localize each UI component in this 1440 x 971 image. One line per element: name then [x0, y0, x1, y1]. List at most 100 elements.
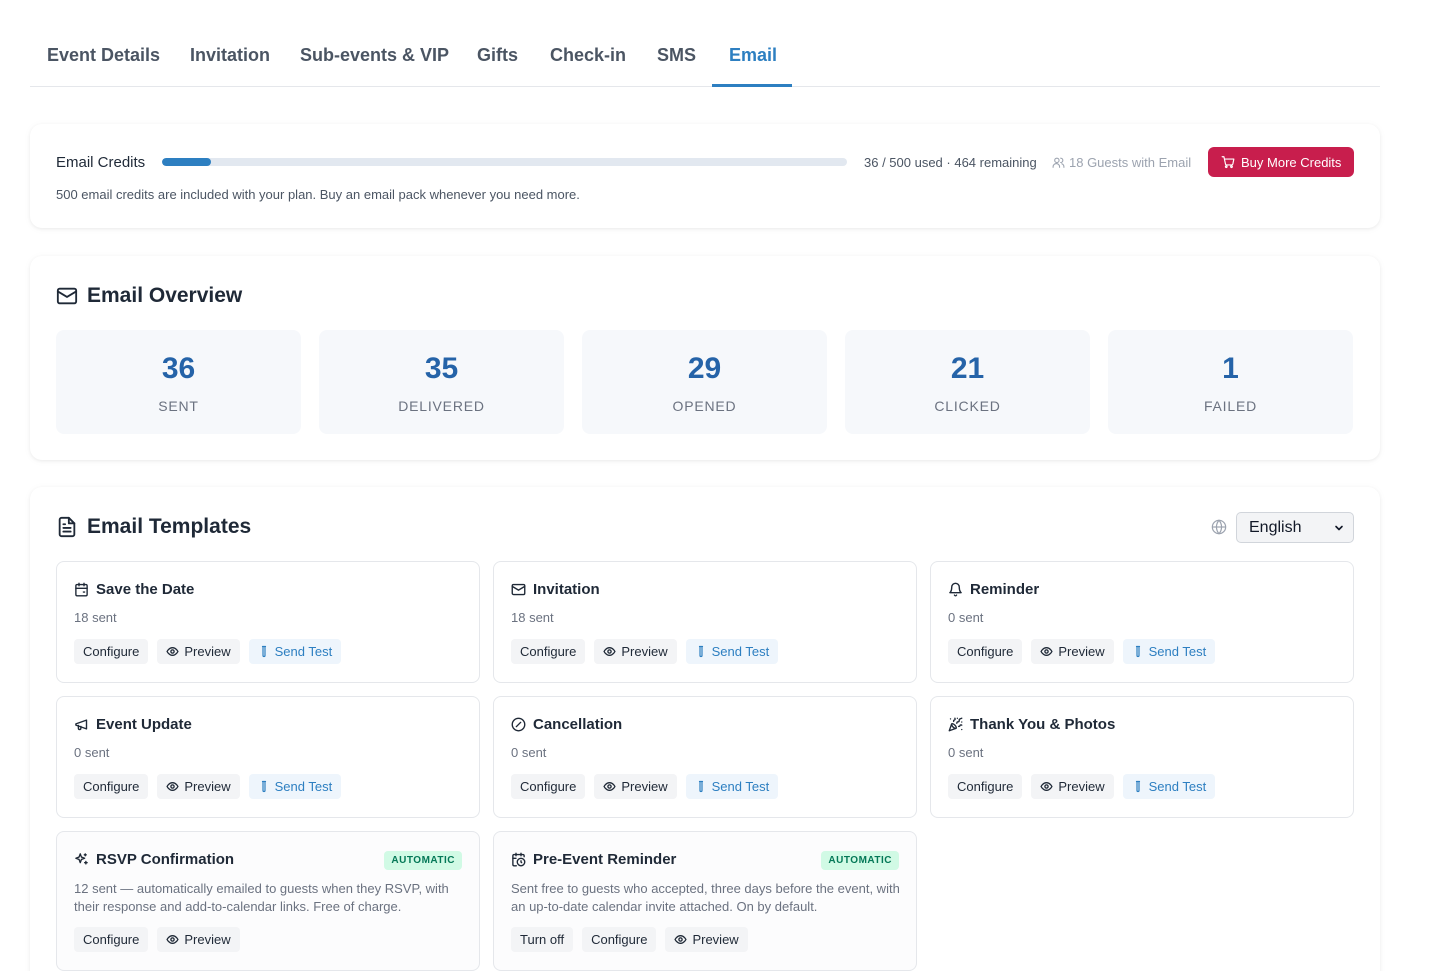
stat-label: DELIVERED	[398, 398, 485, 414]
template-description: 12 sent — automatically emailed to guest…	[74, 881, 449, 914]
buy-more-credits-button[interactable]: Buy More Credits	[1208, 147, 1355, 177]
preview-button[interactable]: Preview	[665, 927, 748, 952]
mail-icon	[56, 285, 78, 307]
template-sent-count: 0 sent	[511, 745, 547, 760]
send-test-button[interactable]: Send Test	[685, 639, 779, 664]
preview-label: Preview	[184, 779, 231, 794]
configure-button[interactable]: Configure	[74, 639, 149, 664]
chevron-down-icon	[1333, 522, 1345, 534]
configure-button[interactable]: Configure	[74, 927, 149, 952]
template-sent-count: 0 sent	[948, 745, 984, 760]
send-test-button[interactable]: Send Test	[685, 774, 779, 799]
configure-button[interactable]: Configure	[511, 774, 586, 799]
configure-button[interactable]: Configure	[948, 774, 1023, 799]
tab-invitation[interactable]: Invitation	[190, 45, 270, 66]
language-select-value: English	[1249, 518, 1302, 536]
eye-icon	[1040, 645, 1054, 658]
preview-button[interactable]: Preview	[157, 927, 240, 952]
template-name: Cancellation	[533, 716, 623, 733]
preview-button[interactable]: Preview	[1031, 639, 1114, 664]
configure-button[interactable]: Configure	[948, 639, 1023, 664]
stat-delivered: 35 DELIVERED	[319, 330, 564, 434]
stat-label: SENT	[158, 398, 199, 414]
preview-button[interactable]: Preview	[594, 639, 677, 664]
tab-sms[interactable]: SMS	[657, 45, 696, 66]
ban-icon	[511, 717, 526, 732]
template-title: Reminder	[948, 581, 1039, 598]
send-test-label: Send Test	[274, 779, 333, 794]
calendar-icon	[74, 582, 89, 597]
stat-value: 29	[687, 352, 722, 385]
email-overview-card: Email Overview 36 SENT 35 DELIVERED 29 O…	[30, 256, 1380, 460]
template-title: Invitation	[511, 581, 600, 598]
send-test-button[interactable]: Send Test	[248, 774, 342, 799]
configure-label: Configure	[83, 779, 140, 794]
email-overview-heading: Email Overview	[56, 284, 242, 308]
configure-button[interactable]: Configure	[511, 639, 586, 664]
credits-note: 500 email credits are included with your…	[56, 187, 580, 202]
bell-icon	[948, 582, 963, 597]
template-name: Pre-Event Reminder	[533, 851, 677, 868]
preview-label: Preview	[1058, 644, 1105, 659]
template-name: Invitation	[533, 581, 600, 598]
template-title: Pre-Event Reminder	[511, 851, 676, 868]
eye-icon	[674, 933, 688, 946]
configure-label: Configure	[957, 644, 1014, 659]
credits-progress-fill	[162, 158, 212, 166]
template-actions: Configure Preview Send Test	[511, 774, 779, 799]
test-tube-icon	[258, 645, 270, 658]
template-sent-count: 0 sent	[74, 745, 110, 760]
tab-check-in[interactable]: Check-in	[550, 45, 626, 66]
stat-opened: 29 OPENED	[582, 330, 827, 434]
send-test-label: Send Test	[1148, 779, 1207, 794]
eye-icon	[603, 780, 617, 793]
language-select[interactable]: English	[1236, 512, 1354, 543]
template-actions: Configure Preview Send Test	[74, 639, 342, 664]
file-text-icon	[56, 516, 78, 538]
turn-off-button[interactable]: Turn off	[511, 927, 574, 952]
active-tab-indicator	[712, 84, 792, 87]
template-title: Thank You & Photos	[948, 716, 1115, 733]
credits-progress-bar	[162, 158, 847, 166]
eye-icon	[166, 780, 180, 793]
tab-bar: Event Details Invitation Sub-events & VI…	[30, 0, 1380, 87]
users-icon	[1052, 156, 1065, 169]
configure-label: Configure	[520, 644, 577, 659]
configure-label: Configure	[520, 779, 577, 794]
preview-button[interactable]: Preview	[1031, 774, 1114, 799]
stat-value: 1	[1222, 352, 1239, 385]
template-actions: Configure Preview Send Test	[511, 639, 779, 664]
tab-gifts[interactable]: Gifts	[477, 45, 518, 66]
template-actions: Turn off Configure Preview	[511, 927, 748, 952]
template-name: Thank You & Photos	[970, 716, 1116, 733]
preview-button[interactable]: Preview	[157, 639, 240, 664]
preview-button[interactable]: Preview	[157, 774, 240, 799]
send-test-button[interactable]: Send Test	[1122, 774, 1216, 799]
test-tube-icon	[695, 780, 707, 793]
template-sent-count: 18 sent	[511, 610, 554, 625]
stat-value: 21	[950, 352, 985, 385]
preview-label: Preview	[1058, 779, 1105, 794]
configure-button[interactable]: Configure	[74, 774, 149, 799]
template-description: Sent free to guests who accepted, three …	[511, 881, 900, 914]
tab-sub-events-vip[interactable]: Sub-events & VIP	[300, 45, 449, 66]
configure-button[interactable]: Configure	[582, 927, 657, 952]
calendar-clock-icon	[511, 852, 526, 867]
credits-usage-text: 36 / 500 used · 464 remaining	[864, 155, 1037, 170]
turn-off-label: Turn off	[520, 932, 565, 947]
preview-button[interactable]: Preview	[594, 774, 677, 799]
tab-email[interactable]: Email	[729, 45, 777, 66]
tab-event-details[interactable]: Event Details	[47, 45, 160, 66]
email-templates-title: Email Templates	[87, 515, 252, 538]
send-test-button[interactable]: Send Test	[248, 639, 342, 664]
send-test-button[interactable]: Send Test	[1122, 639, 1216, 664]
configure-label: Configure	[83, 644, 140, 659]
party-popper-icon	[948, 717, 963, 732]
template-card-save-the-date: Save the Date 18 sent Configure Preview …	[56, 561, 480, 683]
credits-title: Email Credits	[56, 154, 146, 171]
send-test-label: Send Test	[711, 779, 770, 794]
test-tube-icon	[1132, 780, 1144, 793]
stat-failed: 1 FAILED	[1108, 330, 1353, 434]
template-actions: Configure Preview Send Test	[948, 639, 1216, 664]
eye-icon	[603, 645, 617, 658]
